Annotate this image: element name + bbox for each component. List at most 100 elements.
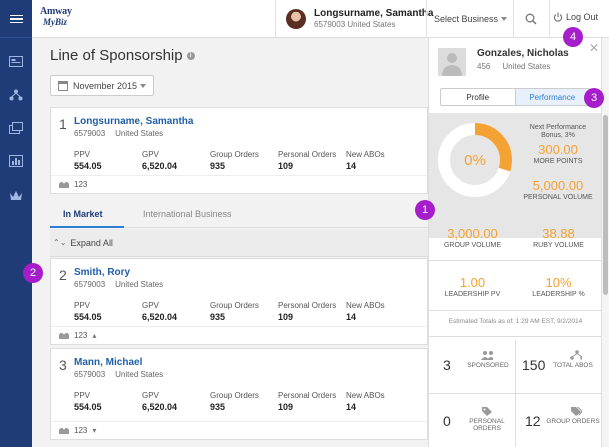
- month-selector[interactable]: November 2015: [50, 75, 154, 96]
- personal-orders-cell[interactable]: 0 PERSONAL ORDERS: [429, 396, 516, 446]
- downline-name-link[interactable]: Smith, Rory: [74, 267, 130, 278]
- menu-icon[interactable]: [5, 8, 27, 30]
- downline-card: 2 Smith, Rory 6579003 United States PPV 55…: [50, 258, 428, 345]
- panel-tabs: Profile Performance: [440, 88, 590, 106]
- group-orders-value: 12: [525, 413, 541, 429]
- header-divider: [549, 0, 550, 38]
- sponsored-label: SPONSORED: [467, 362, 509, 369]
- total-abos-label: TOTAL ABOS: [553, 362, 593, 369]
- select-business-dropdown[interactable]: Select Business: [426, 0, 513, 38]
- close-icon[interactable]: ✕: [589, 41, 599, 55]
- header-divider: [275, 0, 276, 38]
- expand-icon: ⌃⌄: [53, 238, 67, 247]
- search-icon: [525, 13, 537, 25]
- metric-value: 14: [346, 161, 357, 171]
- logout-button[interactable]: Log Out: [553, 12, 598, 22]
- metric-label: Personal Orders: [278, 391, 337, 400]
- more-points-label: MORE POINTS: [533, 158, 583, 165]
- tab-in-market[interactable]: In Market: [63, 209, 103, 219]
- metric-value: 554.05: [74, 161, 102, 171]
- downline-count: 123: [74, 180, 88, 189]
- search-button[interactable]: [513, 0, 549, 38]
- cards-icon[interactable]: [5, 117, 27, 139]
- sponsor-card: 1 Longsurname, Samantha 6579003 United St…: [50, 107, 428, 194]
- metric-value: 935: [210, 312, 226, 322]
- metric-label: GPV: [142, 391, 159, 400]
- abo-id: 456: [477, 62, 491, 71]
- card-footer-toggle[interactable]: 123 ▾: [51, 421, 427, 439]
- leadership-pct-value: 10%: [545, 275, 572, 290]
- ruby-volume-stat: 38.88 RUBY VOLUME: [515, 226, 602, 249]
- network-icon[interactable]: [5, 84, 27, 106]
- reports-icon[interactable]: [5, 150, 27, 172]
- month-value: November 2015: [73, 80, 138, 91]
- downline-subtitle: 6579003 United States: [74, 370, 163, 379]
- downline-subtitle: 6579003 United States: [74, 280, 163, 289]
- sponsor-subtitle: 6579003 United States: [74, 129, 163, 138]
- metric-label: PPV: [74, 391, 91, 400]
- market-tabs: In Market International Business: [50, 203, 428, 228]
- tab-performance[interactable]: Performance: [515, 89, 589, 105]
- callout-badge: 2: [23, 263, 43, 283]
- sponsor-name-link[interactable]: Longsurname, Samantha: [74, 116, 193, 127]
- ruby-volume-label: RUBY VOLUME: [533, 242, 584, 249]
- select-business-label: Select Business: [434, 14, 499, 24]
- personal-volume-label: PERSONAL VOLUME: [523, 194, 593, 201]
- metric-value: 14: [346, 312, 357, 322]
- group-orders-cell[interactable]: 12 GROUP ORDERS: [515, 396, 602, 446]
- people-icon: [59, 427, 70, 434]
- group-orders-label: GROUP ORDERS: [546, 418, 600, 425]
- user-name: Longsurname, Samantha: [314, 8, 434, 19]
- calendar-icon: [58, 81, 68, 91]
- abo-id: 6579003: [74, 280, 106, 289]
- org-chart-icon: [570, 350, 582, 360]
- metric-group-orders: Group Orders 935: [210, 301, 278, 322]
- sponsored-value: 3: [443, 357, 451, 373]
- metric-value: 935: [210, 402, 226, 412]
- main-content: Line of Sponsorship i November 2015 1 Lon…: [32, 38, 428, 447]
- metric-new-abos: New ABOs 14: [346, 391, 414, 412]
- top-header: Amway MyBiz Longsurname, Samantha 657900…: [32, 0, 609, 38]
- next-performance-label: Next Performance Bonus, 3%: [529, 124, 587, 139]
- more-points-stat: 300.00 MORE POINTS: [520, 142, 596, 165]
- scrollbar-thumb[interactable]: [603, 115, 608, 295]
- total-abos-cell[interactable]: 150 TOTAL ABOS: [515, 340, 602, 390]
- metric-personal-orders: Personal Orders 109: [278, 301, 346, 322]
- amway-mybiz-logo[interactable]: Amway MyBiz: [40, 6, 72, 27]
- info-icon[interactable]: i: [186, 52, 195, 60]
- metric-label: GPV: [142, 301, 159, 310]
- metric-label: Personal Orders: [278, 301, 337, 310]
- metric-ppv: PPV 554.05: [74, 150, 142, 171]
- expand-all-label: Expand All: [70, 237, 113, 248]
- tab-profile[interactable]: Profile: [441, 89, 516, 105]
- progress-ring: 0%: [436, 121, 514, 201]
- row-index: 2: [59, 267, 67, 283]
- ruby-volume-value: 38.88: [542, 226, 575, 241]
- metric-personal-orders: Personal Orders 109: [278, 391, 346, 412]
- metric-value: 109: [278, 312, 294, 322]
- dashboard-icon[interactable]: [5, 50, 27, 72]
- card-footer-toggle[interactable]: 123 ▴: [51, 326, 427, 344]
- metric-value: 6,520.04: [142, 312, 178, 322]
- crown-icon[interactable]: [5, 184, 27, 206]
- metric-label: Group Orders: [210, 391, 259, 400]
- metric-value: 109: [278, 161, 294, 171]
- current-user[interactable]: Longsurname, Samantha 6579003 United Sta…: [286, 8, 433, 29]
- tab-international-business[interactable]: International Business: [143, 209, 232, 219]
- logout-label: Log Out: [566, 12, 599, 22]
- rail-divider: [0, 37, 32, 38]
- country: United States: [115, 370, 164, 379]
- expand-all-button[interactable]: ⌃⌄ Expand All: [50, 229, 428, 257]
- abo-country: United States: [502, 62, 551, 71]
- metric-gpv: GPV 6,520.04: [142, 391, 210, 412]
- panel-divider: [429, 310, 602, 311]
- abo-id: 6579003: [74, 129, 106, 138]
- metric-personal-orders: Personal Orders 109: [278, 150, 346, 171]
- metric-new-abos: New ABOs 14: [346, 150, 414, 171]
- metric-label: New ABOs: [346, 301, 385, 310]
- sponsored-cell[interactable]: 3 SPONSORED: [429, 340, 516, 390]
- metric-value: 6,520.04: [142, 402, 178, 412]
- downline-count: 123: [74, 426, 88, 435]
- panel-divider: [429, 260, 602, 261]
- downline-name-link[interactable]: Mann, Michael: [74, 357, 142, 368]
